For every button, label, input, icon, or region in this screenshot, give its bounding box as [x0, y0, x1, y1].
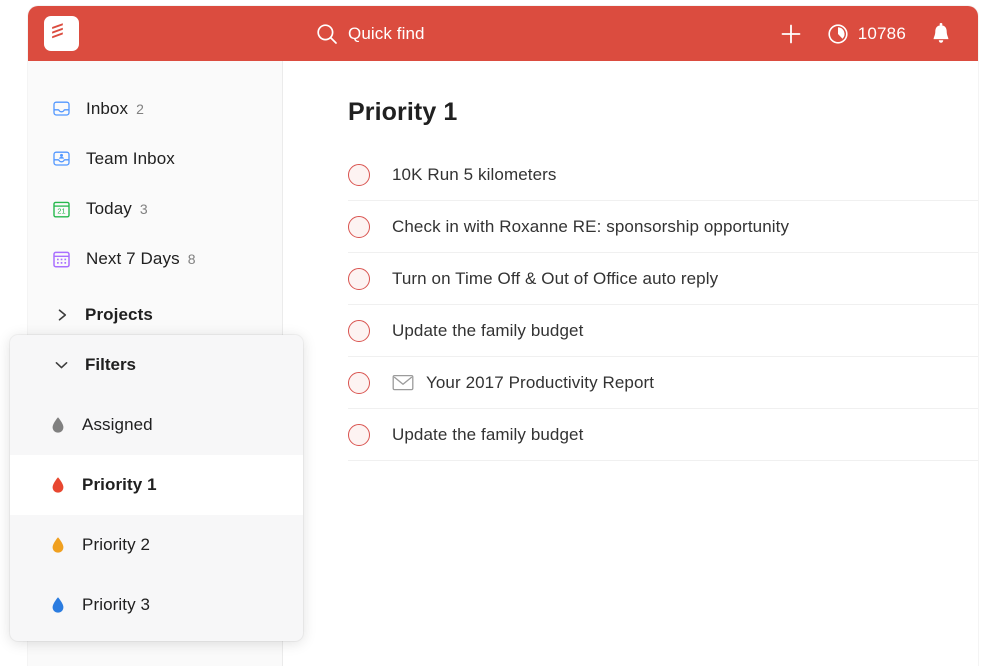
- karma-count: 10786: [857, 23, 906, 43]
- sidebar-item-today[interactable]: 21 Today 3: [28, 184, 283, 234]
- calendar-today-icon: 21: [50, 198, 72, 220]
- table-row[interactable]: 10K Run 5 kilometers: [348, 149, 978, 201]
- sidebar-item-next-7-days[interactable]: Next 7 Days 8: [28, 234, 283, 284]
- app-header: Quick find 10786: [28, 6, 978, 61]
- task-checkbox[interactable]: [348, 423, 370, 446]
- chevron-right-icon[interactable]: [56, 308, 69, 322]
- droplet-icon: [50, 595, 66, 615]
- filters-section-header[interactable]: Filters: [10, 335, 303, 395]
- notifications-button[interactable]: [930, 22, 952, 46]
- task-title: Turn on Time Off & Out of Office auto re…: [392, 268, 719, 288]
- table-row[interactable]: Update the family budget: [348, 305, 978, 357]
- karma-button[interactable]: 10786: [827, 23, 906, 45]
- plus-icon: [781, 24, 801, 43]
- sidebar-section-label: Projects: [85, 305, 153, 324]
- sidebar-item-label: Today: [86, 199, 132, 218]
- filters-panel: Filters Assigned Priority 1 Priority 2 P…: [10, 335, 303, 641]
- filters-title: Filters: [85, 355, 137, 374]
- filter-item-priority-2[interactable]: Priority 2: [10, 515, 303, 575]
- header-actions: 10786: [779, 6, 952, 61]
- filter-item-label: Assigned: [82, 415, 153, 434]
- sidebar-section-projects[interactable]: Projects: [28, 293, 283, 337]
- sidebar-item-inbox[interactable]: Inbox 2: [28, 84, 283, 134]
- team-inbox-icon: [50, 148, 72, 170]
- task-title: Check in with Roxanne RE: sponsorship op…: [392, 216, 790, 236]
- calendar-week-icon: [50, 248, 72, 270]
- table-row[interactable]: Update the family budget: [348, 409, 978, 461]
- filter-item-label: Priority 1: [82, 475, 157, 494]
- svg-text:21: 21: [57, 206, 65, 215]
- filter-item-priority-3[interactable]: Priority 3: [10, 575, 303, 635]
- search-icon: [316, 23, 338, 45]
- envelope-icon: [392, 374, 414, 391]
- filter-item-label: Priority 2: [82, 535, 151, 554]
- droplet-icon: [50, 535, 66, 555]
- todoist-logo[interactable]: [44, 16, 79, 51]
- task-title: Update the family budget: [392, 320, 584, 340]
- sidebar-item-label: Team Inbox: [86, 149, 175, 168]
- table-row[interactable]: Turn on Time Off & Out of Office auto re…: [348, 253, 978, 305]
- chevron-down-icon[interactable]: [54, 359, 69, 371]
- main-content: Priority 1 10K Run 5 kilometers Check in…: [284, 61, 978, 666]
- droplet-icon: [50, 415, 66, 435]
- quick-find-search[interactable]: Quick find: [316, 6, 425, 61]
- task-title: Update the family budget: [392, 424, 584, 444]
- task-checkbox[interactable]: [348, 371, 370, 394]
- sidebar-item-label: Inbox: [86, 99, 129, 118]
- task-checkbox[interactable]: [348, 163, 370, 186]
- filter-item-assigned[interactable]: Assigned: [10, 395, 303, 455]
- page-title: Priority 1: [348, 98, 458, 126]
- sidebar-item-count: 2: [136, 101, 144, 117]
- sidebar-item-count: 3: [139, 201, 148, 217]
- task-title: Your 2017 Productivity Report: [426, 372, 655, 392]
- filter-item-priority-1[interactable]: Priority 1: [10, 455, 303, 515]
- sidebar-item-team-inbox[interactable]: Team Inbox: [28, 134, 283, 184]
- table-row[interactable]: Check in with Roxanne RE: sponsorship op…: [348, 201, 978, 253]
- task-checkbox[interactable]: [348, 319, 370, 342]
- task-title: 10K Run 5 kilometers: [392, 164, 557, 184]
- bell-icon: [933, 22, 949, 43]
- add-task-button[interactable]: [779, 22, 803, 46]
- droplet-icon: [50, 475, 66, 495]
- table-row[interactable]: Your 2017 Productivity Report: [348, 357, 978, 409]
- task-checkbox[interactable]: [348, 267, 370, 290]
- karma-circle-icon: [827, 23, 849, 45]
- todoist-logo-icon: [52, 23, 63, 39]
- sidebar-item-count: 8: [187, 251, 196, 267]
- inbox-icon: [50, 98, 72, 120]
- filter-item-label: Priority 3: [82, 595, 151, 614]
- task-checkbox[interactable]: [348, 215, 370, 238]
- sidebar-item-label: Next 7 Days: [86, 249, 180, 268]
- quick-find-label: Quick find: [348, 23, 425, 43]
- app-root: Quick find 10786 Inbox 2 Team Inbox 21 T…: [0, 0, 1000, 666]
- task-list: 10K Run 5 kilometers Check in with Roxan…: [348, 149, 978, 461]
